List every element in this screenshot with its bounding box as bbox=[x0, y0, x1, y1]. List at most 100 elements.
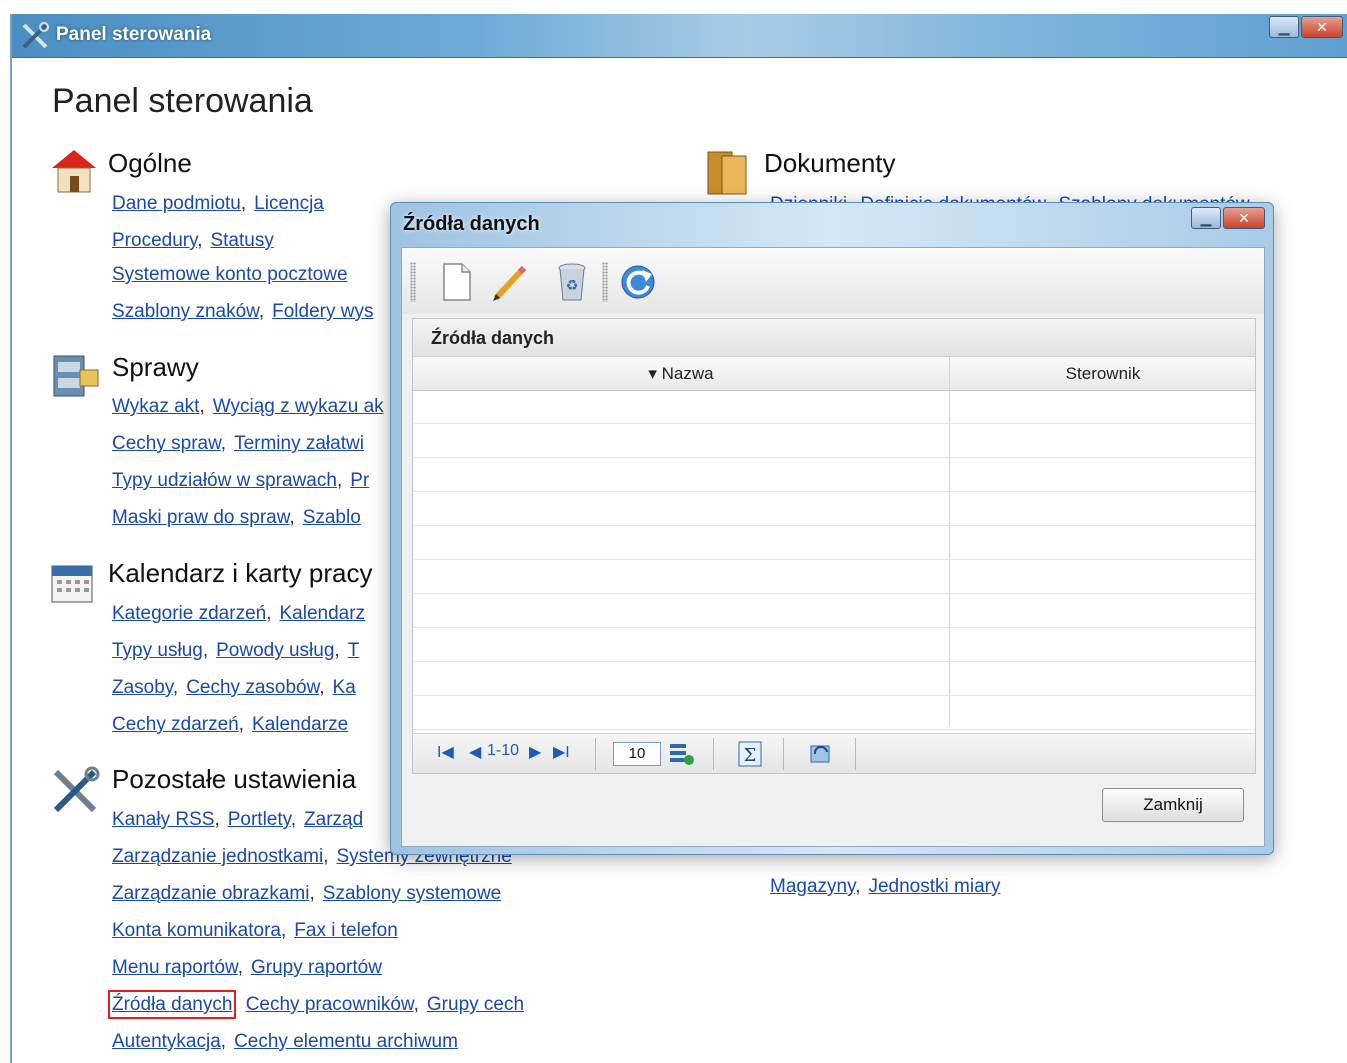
link-zarzadzanie-jednostkami[interactable]: Zarządzanie jednostkami bbox=[112, 846, 323, 867]
link-typy-uslug[interactable]: Typy usług bbox=[112, 640, 203, 661]
separator: , bbox=[413, 994, 419, 1015]
link-t[interactable]: T bbox=[348, 640, 360, 661]
export-refresh-icon[interactable] bbox=[807, 740, 835, 768]
dialog-close-button[interactable]: ✕ bbox=[1223, 207, 1265, 229]
table-row[interactable] bbox=[413, 697, 1255, 730]
zamknij-button[interactable]: Zamknij bbox=[1102, 788, 1244, 822]
toolbar-grip[interactable] bbox=[410, 262, 416, 302]
last-page-button[interactable]: ▶I bbox=[553, 742, 570, 762]
link-pr[interactable]: Pr bbox=[350, 470, 369, 491]
link-menu-raportow[interactable]: Menu raportów bbox=[112, 957, 238, 978]
separator: , bbox=[238, 714, 245, 735]
edit-pencil-icon[interactable] bbox=[490, 260, 530, 304]
link-wykaz-akt[interactable]: Wykaz akt bbox=[112, 396, 199, 417]
link-ka[interactable]: Ka bbox=[333, 677, 356, 698]
table-row[interactable] bbox=[413, 663, 1255, 696]
link-fax-i-telefon[interactable]: Fax i telefon bbox=[294, 920, 398, 941]
links-dokumenty-bottom: Magazyny, Jednostki miary bbox=[770, 876, 1000, 898]
link-cechy-spraw[interactable]: Cechy spraw bbox=[112, 433, 221, 454]
pager-divider bbox=[595, 738, 596, 770]
new-document-icon[interactable] bbox=[436, 260, 476, 304]
column-header-sterownik[interactable]: Sterownik bbox=[950, 357, 1256, 391]
link-powody-uslug[interactable]: Powody usług bbox=[216, 640, 334, 661]
separator: , bbox=[323, 846, 329, 867]
table-row[interactable] bbox=[413, 527, 1255, 560]
links-kalendarz-3: Cechy zdarzeń, Kalendarze bbox=[112, 714, 348, 736]
link-maski-praw[interactable]: Maski praw do spraw bbox=[112, 507, 289, 528]
refresh-icon[interactable] bbox=[618, 260, 658, 304]
link-magazyny[interactable]: Magazyny bbox=[770, 876, 855, 897]
dialog-window-controls: ▁ ✕ bbox=[1191, 207, 1265, 229]
link-grupy-raportow[interactable]: Grupy raportów bbox=[251, 957, 382, 978]
recycle-bin-icon[interactable]: ♻ bbox=[552, 260, 592, 304]
link-szablony-systemowe[interactable]: Szablony systemowe bbox=[323, 883, 501, 904]
page-size-input[interactable]: 10 bbox=[613, 742, 661, 766]
table-row[interactable] bbox=[413, 459, 1255, 492]
links-kalendarz-1: Typy usług, Powody usług, T bbox=[112, 640, 359, 662]
link-procedury[interactable]: Procedury bbox=[112, 230, 197, 251]
sum-icon[interactable]: Σ bbox=[737, 740, 763, 768]
separator: , bbox=[336, 470, 343, 491]
main-title-bar[interactable]: Panel sterowania ▁ ✕ bbox=[12, 14, 1347, 58]
dialog-minimize-button[interactable]: ▁ bbox=[1191, 207, 1221, 229]
link-kalendarze[interactable]: Kalendarze bbox=[252, 714, 348, 735]
separator: , bbox=[232, 994, 238, 1015]
link-konta-komunikatora[interactable]: Konta komunikatora bbox=[112, 920, 281, 941]
link-typy-udzialow[interactable]: Typy udziałów w sprawach bbox=[112, 470, 337, 491]
link-terminy[interactable]: Terminy załatwi bbox=[234, 433, 364, 454]
separator: , bbox=[220, 433, 227, 454]
link-kalendarz[interactable]: Kalendarz bbox=[280, 603, 366, 624]
separator: , bbox=[237, 957, 243, 978]
link-szablony[interactable]: Szablo bbox=[303, 507, 361, 528]
link-dane-podmiotu[interactable]: Dane podmiotu bbox=[112, 193, 241, 214]
table-row[interactable] bbox=[413, 561, 1255, 594]
link-szablony-znakow[interactable]: Szablony znaków bbox=[112, 301, 259, 322]
page-title: Panel sterowania bbox=[52, 82, 313, 120]
link-cechy-elementu-archiwum[interactable]: Cechy elementu archiwum bbox=[234, 1031, 458, 1052]
link-portlety[interactable]: Portlety bbox=[228, 809, 291, 830]
table-row[interactable] bbox=[413, 425, 1255, 458]
link-cechy-pracownikow[interactable]: Cechy pracowników bbox=[246, 994, 414, 1015]
section-title-pozostale: Pozostałe ustawienia bbox=[112, 764, 357, 794]
link-zarzad[interactable]: Zarząd bbox=[304, 809, 363, 830]
next-page-button[interactable]: ▶ bbox=[529, 742, 541, 762]
close-button[interactable]: ✕ bbox=[1301, 16, 1343, 38]
link-cechy-zdarzen[interactable]: Cechy zdarzeń bbox=[112, 714, 239, 735]
rows-settings-icon[interactable] bbox=[667, 740, 695, 768]
link-grupy-cech[interactable]: Grupy cech bbox=[427, 994, 524, 1015]
link-zrodla-danych[interactable]: Źródła danych bbox=[107, 990, 237, 1019]
link-kategorie-zdarzen[interactable]: Kategorie zdarzeń bbox=[112, 603, 266, 624]
links-kalendarz-2: Zasoby, Cechy zasobów, Ka bbox=[112, 677, 356, 699]
table-row[interactable] bbox=[413, 391, 1255, 424]
links-ogolne-3: Szablony znaków, Foldery wys bbox=[112, 301, 373, 323]
link-foldery[interactable]: Foldery wys bbox=[272, 301, 373, 322]
link-licencja[interactable]: Licencja bbox=[254, 193, 324, 214]
dialog-title: Źródła danych bbox=[403, 213, 540, 235]
calendar-icon bbox=[51, 565, 93, 603]
prev-page-button[interactable]: ◀ bbox=[469, 742, 481, 762]
separator: , bbox=[240, 193, 247, 214]
link-zasoby[interactable]: Zasoby bbox=[112, 677, 173, 698]
pager-divider bbox=[855, 738, 856, 770]
links-sprawy-0: Wykaz akt, Wyciąg z wykazu ak bbox=[112, 396, 384, 418]
link-autentykacja[interactable]: Autentykacja bbox=[112, 1031, 221, 1052]
link-statusy[interactable]: Statusy bbox=[210, 230, 273, 251]
link-kanaly-rss[interactable]: Kanały RSS bbox=[112, 809, 214, 830]
table-row[interactable] bbox=[413, 493, 1255, 526]
link-wyciag-z-wykazu[interactable]: Wyciąg z wykazu ak bbox=[213, 396, 384, 417]
first-page-button[interactable]: I◀ bbox=[437, 742, 454, 762]
column-header-nazwa[interactable]: ▾ Nazwa bbox=[413, 357, 949, 391]
link-jednostki-miary[interactable]: Jednostki miary bbox=[868, 876, 1000, 897]
svg-text:♻: ♻ bbox=[566, 278, 579, 294]
section-title-kalendarz: Kalendarz i karty pracy bbox=[108, 558, 373, 588]
links-kalendarz-0: Kategorie zdarzeń, Kalendarz bbox=[112, 603, 365, 625]
table-row[interactable] bbox=[413, 629, 1255, 662]
link-cechy-zasobow[interactable]: Cechy zasobów bbox=[186, 677, 319, 698]
separator: , bbox=[266, 603, 272, 624]
minimize-button[interactable]: ▁ bbox=[1269, 16, 1299, 38]
toolbar-grip[interactable] bbox=[602, 262, 608, 302]
separator: , bbox=[309, 883, 315, 904]
table-row[interactable] bbox=[413, 595, 1255, 628]
link-systemowe-konto-pocztowe[interactable]: Systemowe konto pocztowe bbox=[112, 264, 348, 285]
link-zarzadzanie-obrazkami[interactable]: Zarządzanie obrazkami bbox=[112, 883, 309, 904]
